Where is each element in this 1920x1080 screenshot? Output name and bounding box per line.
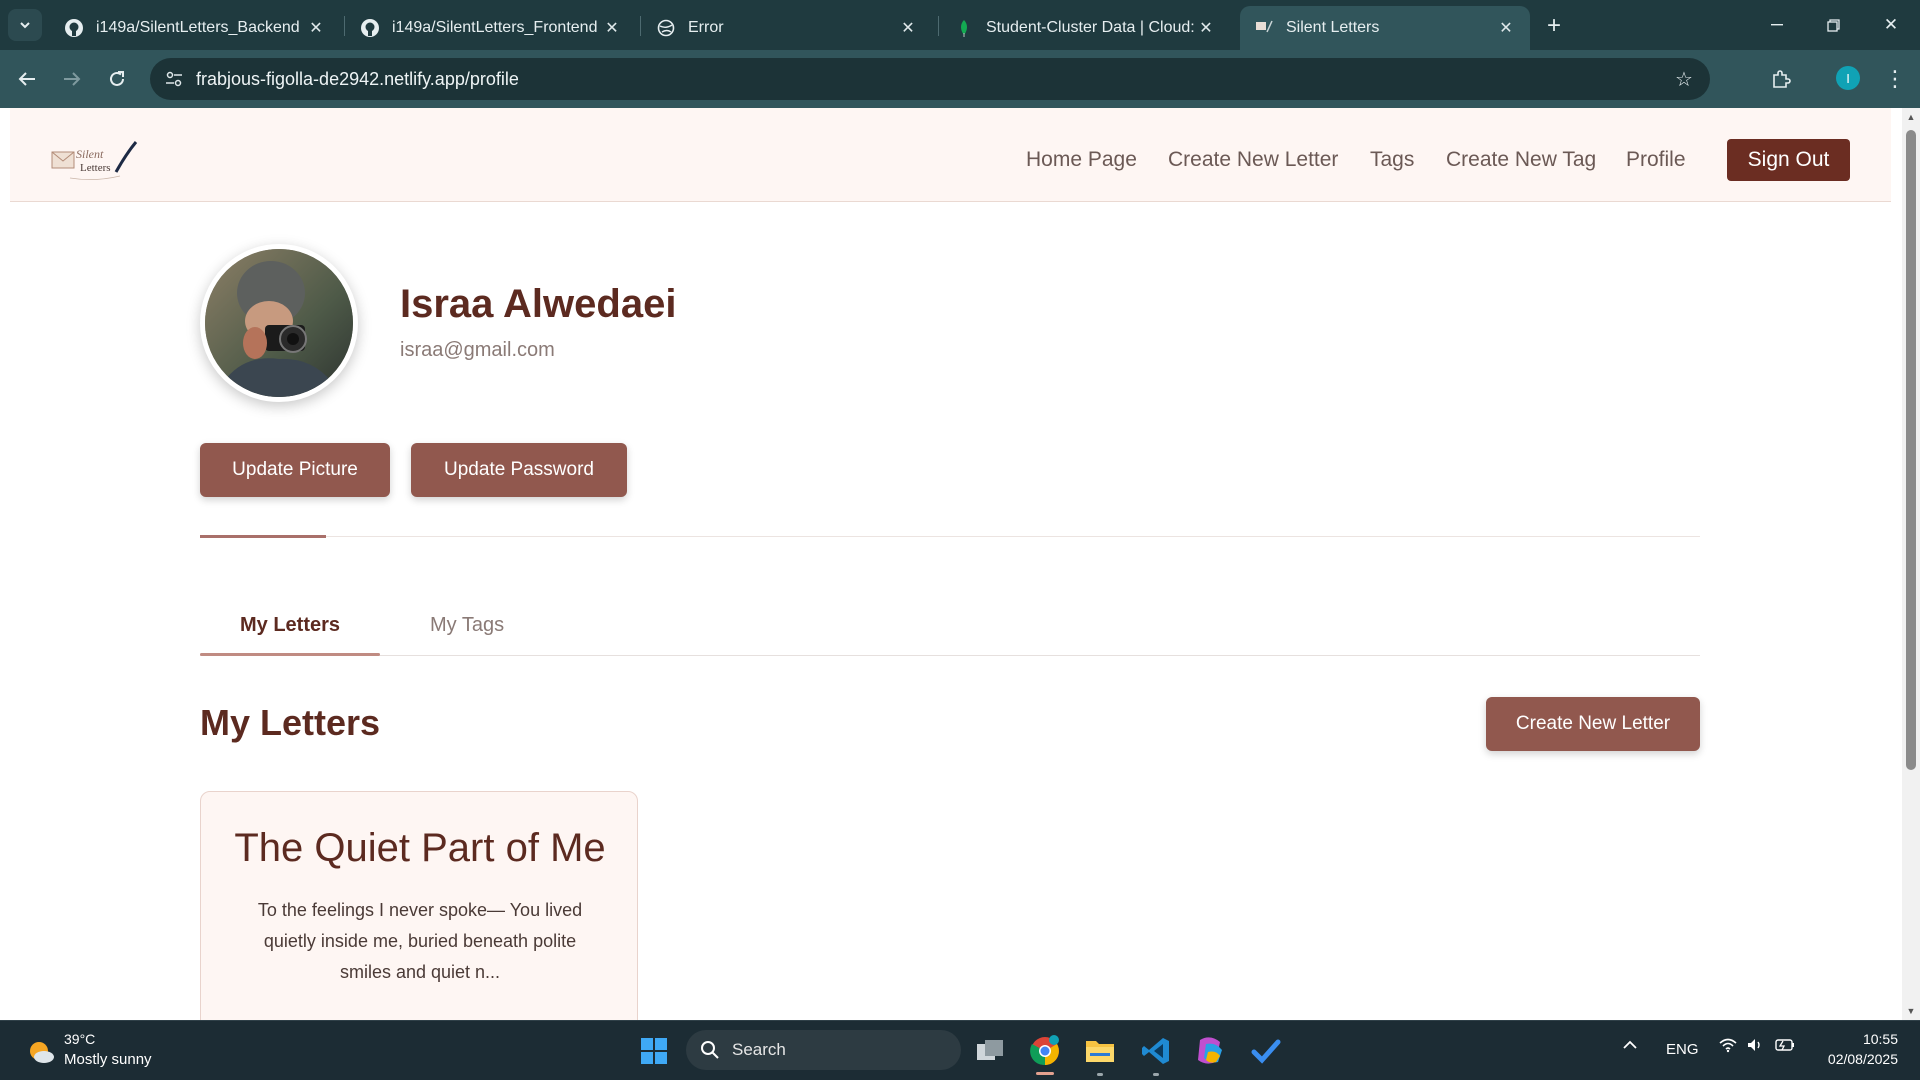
profile-email: israa@gmail.com bbox=[400, 339, 555, 361]
tabs-divider bbox=[200, 655, 1700, 656]
tab-my-tags[interactable]: My Tags bbox=[430, 614, 504, 637]
url-text: frabjous-figolla-de2942.netlify.app/prof… bbox=[196, 69, 519, 89]
letter-card[interactable]: The Quiet Part of Me To the feelings I n… bbox=[200, 791, 638, 1020]
profile-name: Israa Alwedaei bbox=[400, 282, 677, 326]
letter-title: The Quiet Part of Me bbox=[234, 826, 606, 870]
close-icon[interactable]: ✕ bbox=[1496, 18, 1516, 38]
page-viewport: Silent Letters Home Page Create New Lett… bbox=[0, 108, 1902, 1020]
divider-accent bbox=[200, 535, 326, 538]
search-label: Search bbox=[732, 1040, 786, 1059]
profile-divider bbox=[200, 536, 1700, 537]
page-scrollbar[interactable]: ▲ ▼ bbox=[1902, 108, 1920, 1020]
browser-tab[interactable]: i149a/SilentLetters_Backend ✕ bbox=[50, 6, 340, 50]
tab-search-button[interactable] bbox=[8, 9, 42, 41]
new-tab-plus-icon[interactable]: + bbox=[1540, 12, 1568, 40]
chrome-active-indicator bbox=[1036, 1072, 1054, 1075]
nav-home-link[interactable]: Home Page bbox=[1026, 148, 1137, 172]
browser-tab-active[interactable]: Silent Letters ✕ bbox=[1240, 6, 1530, 50]
letter-excerpt: To the feelings I never spoke— You lived… bbox=[257, 900, 583, 982]
nav-tags-link[interactable]: Tags bbox=[1370, 148, 1414, 172]
browser-tab[interactable]: i149a/SilentLetters_Frontend ✕ bbox=[346, 6, 636, 50]
chrome-icon[interactable] bbox=[1025, 1031, 1065, 1071]
tab-title: i149a/SilentLetters_Frontend bbox=[392, 19, 598, 36]
github-icon bbox=[64, 18, 84, 38]
scroll-down-icon[interactable]: ▼ bbox=[1905, 1005, 1917, 1017]
volume-icon[interactable] bbox=[1746, 1037, 1764, 1057]
vscode-running-dot bbox=[1153, 1073, 1159, 1076]
close-icon[interactable]: ✕ bbox=[1196, 18, 1216, 38]
minimize-icon[interactable] bbox=[1754, 8, 1800, 42]
weather-description: Mostly sunny bbox=[64, 1051, 152, 1068]
mongodb-leaf-icon bbox=[954, 18, 974, 38]
logo-icon: Silent Letters bbox=[51, 141, 138, 180]
browser-tab-strip: i149a/SilentLetters_Backend ✕ i149a/Sile… bbox=[0, 0, 1920, 50]
active-tab-indicator bbox=[200, 653, 380, 656]
scroll-thumb[interactable] bbox=[1906, 130, 1916, 770]
file-explorer-icon[interactable] bbox=[1080, 1031, 1120, 1071]
browser-tab[interactable]: Error ✕ bbox=[642, 6, 932, 50]
weather-sun-icon[interactable] bbox=[26, 1037, 56, 1067]
taskbar-search-box[interactable]: Search bbox=[686, 1030, 961, 1070]
browser-toolbar: frabjous-figolla-de2942.netlify.app/prof… bbox=[0, 50, 1920, 108]
explorer-running-dot bbox=[1097, 1073, 1103, 1076]
close-icon[interactable]: ✕ bbox=[602, 18, 622, 38]
vscode-icon[interactable] bbox=[1136, 1031, 1176, 1071]
tab-separator bbox=[640, 16, 641, 36]
browser-tab[interactable]: Student-Cluster Data | Cloud: M ✕ bbox=[940, 6, 1230, 50]
back-arrow-icon[interactable] bbox=[10, 62, 44, 96]
task-view-icon[interactable] bbox=[970, 1031, 1010, 1071]
search-icon bbox=[701, 1041, 719, 1059]
todo-check-icon[interactable] bbox=[1246, 1031, 1286, 1071]
site-logo[interactable]: Silent Letters bbox=[50, 138, 144, 182]
globe-icon bbox=[656, 18, 676, 38]
nav-create-tag-link[interactable]: Create New Tag bbox=[1446, 148, 1596, 172]
nav-create-letter-link[interactable]: Create New Letter bbox=[1168, 148, 1338, 172]
browser-profile-avatar[interactable]: I bbox=[1836, 66, 1860, 90]
section-title: My Letters bbox=[200, 702, 381, 743]
clock-time[interactable]: 10:55 bbox=[1830, 1031, 1898, 1047]
bookmark-star-icon[interactable]: ☆ bbox=[1670, 65, 1698, 93]
github-icon bbox=[360, 18, 380, 38]
profile-photo-icon bbox=[205, 249, 353, 397]
address-bar[interactable]: frabjous-figolla-de2942.netlify.app/prof… bbox=[150, 58, 1710, 100]
site-settings-icon[interactable] bbox=[160, 65, 188, 93]
microsoft365-icon[interactable] bbox=[1190, 1031, 1230, 1071]
profile-avatar[interactable] bbox=[200, 244, 358, 402]
wifi-icon[interactable] bbox=[1718, 1037, 1738, 1057]
tab-title: Error bbox=[688, 19, 724, 36]
sign-out-button[interactable]: Sign Out bbox=[1727, 139, 1850, 181]
tab-separator bbox=[344, 16, 345, 36]
browser-menu-icon[interactable]: ⋮ bbox=[1880, 62, 1910, 96]
window-close-icon[interactable]: ✕ bbox=[1868, 8, 1914, 42]
tab-title: i149a/SilentLetters_Backend bbox=[96, 19, 300, 36]
tab-title: Silent Letters bbox=[1286, 19, 1380, 36]
windows-taskbar: 39°C Mostly sunny Search ENG 10:55 02/08… bbox=[0, 1020, 1920, 1080]
tray-overflow-chevron-icon[interactable] bbox=[1622, 1037, 1638, 1057]
create-new-letter-button[interactable]: Create New Letter bbox=[1486, 697, 1700, 751]
scroll-up-icon[interactable]: ▲ bbox=[1905, 111, 1917, 123]
update-picture-button[interactable]: Update Picture bbox=[200, 443, 390, 497]
reload-icon[interactable] bbox=[100, 62, 134, 96]
tab-title: Student-Cluster Data | Cloud: M bbox=[986, 19, 1196, 36]
chevron-down-icon bbox=[20, 22, 30, 29]
close-icon[interactable]: ✕ bbox=[306, 18, 326, 38]
site-header: Silent Letters Home Page Create New Lett… bbox=[10, 108, 1891, 202]
tab-separator bbox=[938, 16, 939, 36]
tab-my-letters[interactable]: My Letters bbox=[240, 614, 340, 637]
windows-start-icon[interactable] bbox=[634, 1031, 674, 1071]
update-password-button[interactable]: Update Password bbox=[411, 443, 627, 497]
battery-icon[interactable] bbox=[1774, 1037, 1796, 1057]
nav-profile-link[interactable]: Profile bbox=[1626, 148, 1686, 172]
close-icon[interactable]: ✕ bbox=[898, 18, 918, 38]
restore-icon[interactable] bbox=[1810, 8, 1856, 42]
forward-arrow-icon[interactable] bbox=[55, 62, 89, 96]
extensions-puzzle-icon[interactable] bbox=[1764, 62, 1798, 96]
svg-text:Silent: Silent bbox=[76, 147, 104, 161]
clock-date[interactable]: 02/08/2025 bbox=[1814, 1051, 1898, 1067]
weather-temperature: 39°C bbox=[64, 1031, 96, 1047]
language-indicator[interactable]: ENG bbox=[1666, 1041, 1699, 1058]
site-favicon-icon bbox=[1254, 18, 1274, 38]
svg-text:Letters: Letters bbox=[80, 162, 111, 174]
